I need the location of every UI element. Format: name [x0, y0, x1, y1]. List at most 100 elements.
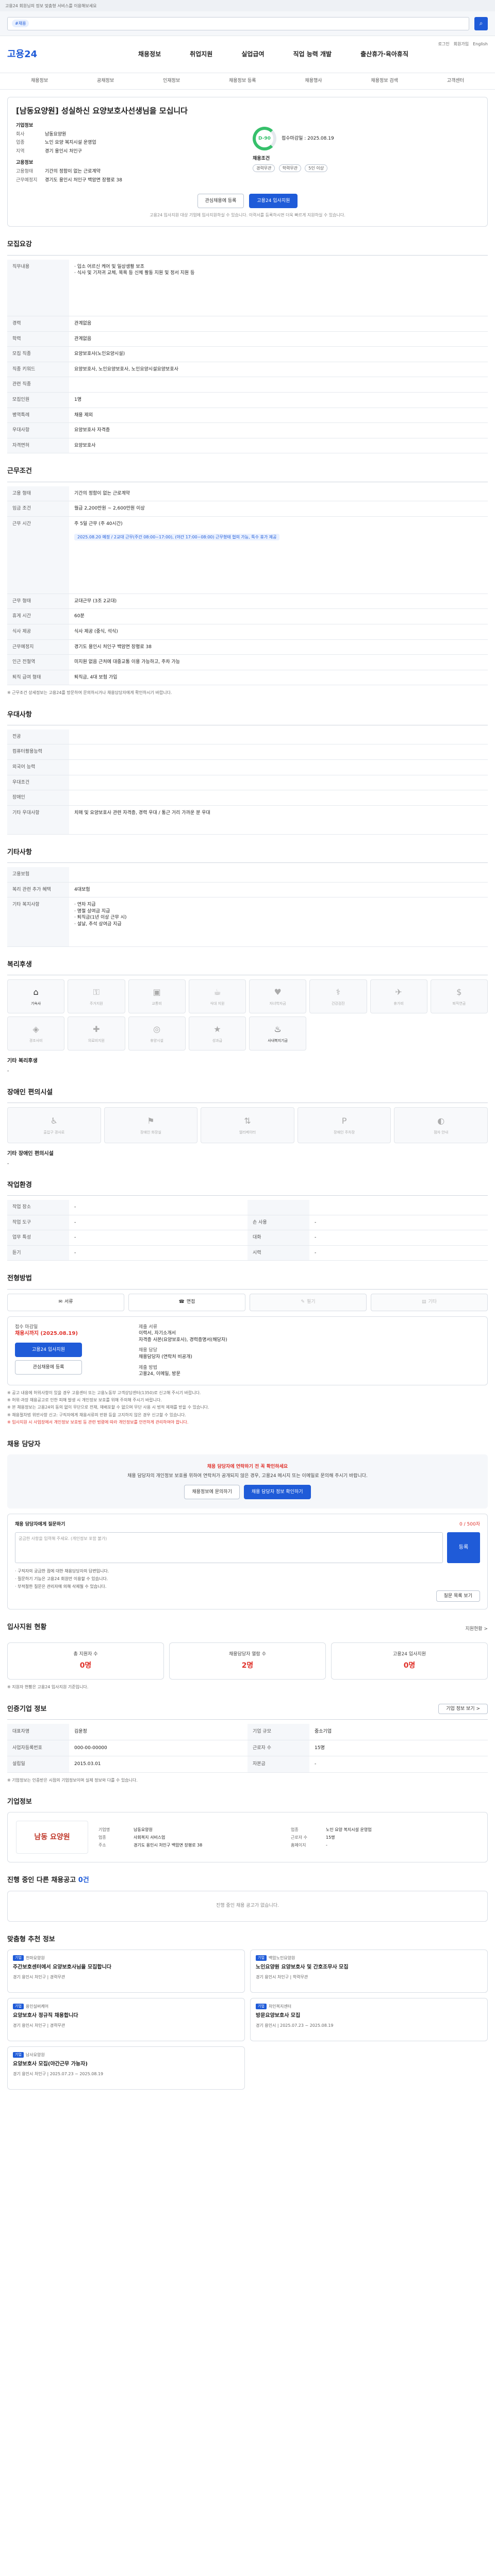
benefit-grid: ⌂ 기숙사 ⚿ 주거지원 ▣ 교통비 ☕ 식대 지원 ♥ 자녀학자금 ⚕ 건강검진 ✈ 휴가비…	[7, 979, 488, 1051]
cond-row: 고용형태 기간의 정함이 없는 근로계약	[16, 168, 101, 174]
work-footnote: ※ 근무조건 상세정보는 고용24를 방문하여 문의하시거나 채용담당자에게 확…	[7, 690, 172, 696]
question-textarea[interactable]: 궁금한 사항을 입력해 주세요. (개인정보 포함 불가)	[15, 1532, 443, 1563]
subnav-item[interactable]: 인재정보	[163, 78, 180, 84]
status-link[interactable]: 지원현황 >	[465, 1626, 488, 1633]
company-badge: 기업	[13, 1955, 24, 1961]
method-item: ✎ 필기	[250, 1293, 367, 1311]
top-notice: 고용24 회원님의 정보 맞춤형 서비스를 이용해보세요	[0, 0, 495, 11]
resort-icon: ◎	[153, 1024, 161, 1035]
method-value: 고용24, 이메일, 방문	[139, 1371, 180, 1377]
gnb-item[interactable]: 직업 능력 개발	[293, 50, 332, 59]
docs-value-2: 자격증 사본(요양보호사), 경력증명서(해당자)	[139, 1337, 227, 1343]
join-link[interactable]: 회원가입	[454, 41, 469, 47]
scrap-button[interactable]: 관심채용에 등록	[197, 194, 244, 209]
benefit-item: ⚿ 주거지원	[68, 979, 125, 1014]
benefit-item: ✚ 의료비지원	[68, 1016, 125, 1051]
stat-card: 채용담당자 열람 수 2명	[169, 1642, 326, 1680]
apply-button[interactable]: 고용24 입사지원	[15, 1343, 82, 1358]
facility-item: ◐ 점자 안내	[394, 1107, 488, 1144]
table-row: 관련 직종	[7, 377, 488, 393]
gnb-item[interactable]: 취업지원	[190, 50, 212, 59]
table-row: 학력 관계없음	[7, 331, 488, 347]
contact-label: 채용 담당	[139, 1348, 157, 1353]
tuition-icon: ♥	[274, 987, 282, 997]
table-row: 기타 우대사항 치매 및 요양보호사 관련 자격증, 경력 우대 / 통근 거리 …	[7, 805, 488, 835]
benefit-item: ★ 성과급	[188, 1016, 246, 1051]
deadline-label: 접수 마감일	[15, 1324, 38, 1330]
subnav-item[interactable]: 채용정보 등록	[229, 78, 256, 84]
inquiry-button[interactable]: 채용정보에 문의하기	[184, 1485, 240, 1500]
table-row: 직무내용 · 입소 어르신 케어 및 일상생활 보조 · 식사 및 기저귀 교체,…	[7, 259, 488, 317]
recruit-table: 직무내용 · 입소 어르신 케어 및 일상생활 보조 · 식사 및 기저귀 교체,…	[7, 259, 488, 454]
gnb-item[interactable]: 출산휴가·육아휴직	[360, 50, 408, 59]
header: 고용24 채용정보 취업지원 실업급여 직업 능력 개발 출산휴가·육아휴직 로…	[0, 36, 495, 73]
company-info-button[interactable]: 기업 정보 보기 >	[438, 1703, 488, 1714]
recruit-label: 채용조건	[253, 156, 270, 161]
table-row: 자격면허 요양보호사	[7, 438, 488, 454]
cond-label: 고용정보	[16, 160, 34, 166]
recommend-card[interactable]: 기업 남사요양원 요양보호사 모집(야간근무 가능자) 경기 용인시 처인구 | …	[7, 2046, 245, 2090]
qna-label: 채용 담당자에게 질문하기	[15, 1522, 65, 1528]
section-title: 맞춤형 추천 정보	[7, 1935, 55, 1943]
subnav-item[interactable]: 고객센터	[447, 78, 464, 84]
recommend-card[interactable]: 기업 용인실버케어 요양보호사 정규직 채용합니다 경기 용인시 처인구 | 경력…	[7, 1997, 245, 2041]
section-title: 진행 중인 다른 채용공고 0건	[7, 1876, 89, 1885]
meal-icon: ☕	[213, 987, 221, 997]
submit-question-button[interactable]: 등록	[447, 1532, 480, 1563]
login-link[interactable]: 로그인	[438, 41, 450, 47]
search-tag[interactable]: #채용	[12, 19, 29, 28]
env-table: 작업 장소 - 작업 도구 - 손 사용 - 업무 특성 - 대화 - 듣기 - 시력 -	[7, 1199, 488, 1261]
contact-info-button[interactable]: 채용 담당자 정보 확인하기	[243, 1485, 311, 1500]
cond-chip: 5인 이상	[305, 164, 327, 172]
phone-icon: ☎	[178, 1299, 185, 1305]
search-button[interactable]: ⌕	[474, 16, 488, 30]
transport-icon: ▣	[153, 987, 161, 997]
english-link[interactable]: English	[473, 41, 488, 47]
benefit-item: ◎ 휴양시설	[128, 1016, 186, 1051]
subnav-item[interactable]: 채용정보 검색	[371, 78, 398, 84]
list-icon: ▤	[421, 1299, 426, 1305]
table-row: 우대사항 요양보호사 자격증	[7, 422, 488, 438]
question-list-button[interactable]: 질문 목록 보기	[436, 1590, 480, 1602]
dday-ring: D-90	[253, 127, 276, 150]
facility-item: P 장애인 주차장	[297, 1107, 391, 1144]
apply-button[interactable]: 고용24 입사지원	[249, 194, 298, 209]
subnav-item[interactable]: 채용행사	[305, 78, 322, 84]
etc-table: 고용보험 복리 관련 추가 혜택 4대보험 기타 복지사항 · 연차 지급 · 명절…	[7, 867, 488, 947]
header-util: 로그인 회원가입 English	[438, 41, 488, 47]
deadline-text: 접수마감일 : 2025.08.19	[282, 135, 334, 141]
logo[interactable]: 고용24	[7, 48, 59, 61]
sub-nav: 채용정보 공채정보 인재정보 채용정보 등록 채용행사 채용정보 검색 고객센터	[0, 73, 495, 90]
etc-benefit-label: 기타 복리후생	[7, 1058, 38, 1064]
company-row: 지역 경기 용인시 처인구	[16, 148, 82, 154]
subnav-item[interactable]: 채용정보	[31, 78, 48, 84]
benefit-item: ⚕ 건강검진	[309, 979, 367, 1014]
recommend-grid: 기업 천마요양원 주간보호센터에서 요양보호사님을 모집합니다 경기 용인시 처인…	[7, 1949, 488, 2090]
recommend-card[interactable]: 기업 처인복지센터 방문요양보호사 모집 경기 용인시 | 2025.07.23 …	[250, 1997, 488, 2041]
section-title: 근무조건	[7, 467, 32, 476]
pension-icon: $	[456, 987, 462, 997]
subnav-item[interactable]: 공채정보	[97, 78, 114, 84]
qna-notes: · 구직자의 궁금한 점에 대한 채용담당자의 답변입니다. · 질문하기 기능…	[15, 1568, 109, 1589]
gnb-item[interactable]: 채용정보	[138, 50, 161, 59]
contact-title: 채용 담당자에 연락하기 전 꼭 확인하세요	[207, 1464, 288, 1469]
company-row: 회사 남동요양원	[16, 131, 67, 137]
cond-chip: 경력무관	[253, 164, 275, 172]
event-icon: ◈	[32, 1024, 39, 1035]
parking-icon: P	[341, 1116, 347, 1126]
status-note: ※ 지원자 현황은 고용24 입사지원 기준입니다.	[7, 1685, 89, 1690]
empty-message: 진행 중인 채용 공고가 없습니다.	[7, 1890, 488, 1922]
cond-chip: 학력무관	[278, 164, 302, 172]
work-table: 고용 형태 기간의 정함이 없는 근로계약 임금 조건 월급 2,200만원 ~ 2…	[7, 486, 488, 686]
etc-benefit-value: -	[7, 1069, 9, 1074]
section-title: 복리후생	[7, 961, 32, 969]
document-icon: ✉	[58, 1299, 62, 1305]
scrap-button[interactable]: 관심채용에 등록	[15, 1360, 82, 1375]
search-input[interactable]: #채용	[7, 16, 469, 30]
table-row: 병역특례 채용 제외	[7, 408, 488, 423]
recommend-card[interactable]: 기업 백암노인요양원 노인요양원 요양보호사 및 간호조무사 모집 경기 용인시 …	[250, 1949, 488, 1993]
recommend-card[interactable]: 기업 천마요양원 주간보호센터에서 요양보호사님을 모집합니다 경기 용인시 처인…	[7, 1949, 245, 1993]
gnb-item[interactable]: 실업급여	[241, 50, 264, 59]
benefit-item: ✈ 휴가비	[370, 979, 427, 1014]
company-badge: 기업	[256, 2003, 267, 2010]
